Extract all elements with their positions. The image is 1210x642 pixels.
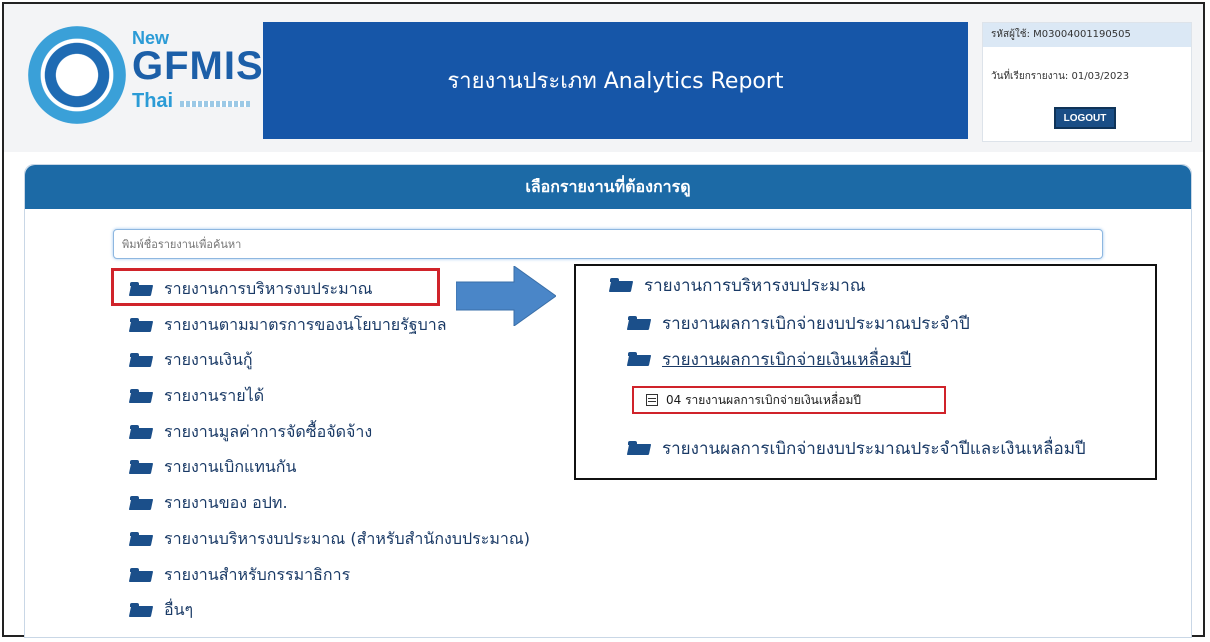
folder-icon — [130, 318, 152, 332]
folder-icon — [610, 278, 632, 292]
user-id-value: M03004001190505 — [1033, 29, 1131, 40]
folder-icon — [130, 353, 152, 367]
panel-title: เลือกรายงานที่ต้องการดู — [525, 176, 691, 196]
folder-label: รายงานเบิกแทนกัน — [164, 456, 297, 476]
folder-label: รายงานผลการเบิกจ่ายงบประมาณประจำปีและเงิ… — [662, 438, 1086, 459]
folder-icon — [628, 316, 650, 330]
folder-label: รายงานบริหารงบประมาณ (สำหรับสำนักงบประมา… — [164, 528, 530, 548]
folder-label: รายงานของ อปท. — [164, 492, 288, 512]
page-title-banner: รายงานประเภท Analytics Report — [263, 22, 968, 139]
report-search-input[interactable] — [113, 229, 1103, 259]
folder-label: รายงานผลการเบิกจ่ายงบประมาณประจำปี — [662, 313, 970, 334]
user-id-row: รหัสผู้ใช้: M03004001190505 — [983, 23, 1191, 47]
folder-item-9[interactable]: อื่นๆ — [130, 595, 193, 625]
report-date-value: 01/03/2023 — [1071, 71, 1130, 82]
report-date-label: วันที่เรียกรายงาน: — [991, 71, 1069, 82]
detail-subfolder-annual-and-carryover[interactable]: รายงานผลการเบิกจ่ายงบประมาณประจำปีและเงิ… — [628, 433, 1086, 463]
folder-icon — [130, 603, 152, 617]
folder-item-3[interactable]: รายงานรายได้ — [130, 381, 264, 411]
folder-label: รายงานสำหรับกรรมาธิการ — [164, 564, 351, 584]
logo-text-gfmis: GFMIS — [132, 44, 264, 88]
folder-label: รายงานตามมาตรการของนโยบายรัฐบาล — [164, 314, 447, 334]
folder-item-6[interactable]: รายงานของ อปท. — [130, 488, 288, 518]
folder-icon — [628, 441, 650, 455]
folder-item-4[interactable]: รายงานมูลค่าการจัดซื้อจัดจ้าง — [130, 417, 372, 447]
folder-icon — [130, 496, 152, 510]
highlight-box-selected-folder — [111, 268, 440, 306]
folder-item-5[interactable]: รายงานเบิกแทนกัน — [130, 452, 296, 482]
folder-label: รายงานเงินกู้ — [164, 349, 253, 369]
logo-subtitle-decoration — [180, 101, 250, 107]
panel-header: เลือกรายงานที่ต้องการดู — [25, 165, 1191, 209]
folder-label: รายงานรายได้ — [164, 385, 265, 405]
folder-icon — [130, 389, 152, 403]
folder-icon — [130, 568, 152, 582]
detail-subfolder-carryover[interactable]: รายงานผลการเบิกจ่ายเงินเหลื่อมปี — [628, 344, 911, 374]
user-info-box: รหัสผู้ใช้: M03004001190505 วันที่เรียกร… — [982, 22, 1192, 142]
report-label: 04 รายงานผลการเบิกจ่ายเงินเหลื่อมปี — [666, 392, 861, 407]
folder-open-icon — [628, 352, 650, 366]
folder-item-2[interactable]: รายงานเงินกู้ — [130, 345, 253, 375]
user-id-label: รหัสผู้ใช้: — [991, 29, 1030, 40]
logo-emblem-icon — [28, 26, 126, 124]
logout-button[interactable]: LOGOUT — [1054, 107, 1116, 129]
report-date-row: วันที่เรียกรายงาน: 01/03/2023 — [991, 69, 1129, 84]
folder-item-8[interactable]: รายงานสำหรับกรรมาธิการ — [130, 560, 350, 590]
report-table-icon — [646, 394, 658, 406]
report-item-04-carryover[interactable]: 04 รายงานผลการเบิกจ่ายเงินเหลื่อมปี — [632, 386, 946, 414]
folder-label: อื่นๆ — [164, 599, 194, 619]
folder-label: รายงานการบริหารงบประมาณ — [644, 275, 866, 296]
gfmis-logo: New GFMIS Thai — [28, 22, 263, 134]
detail-subfolder-annual[interactable]: รายงานผลการเบิกจ่ายงบประมาณประจำปี — [628, 308, 970, 338]
folder-icon — [130, 460, 152, 474]
arrow-right-icon — [456, 266, 556, 326]
folder-item-1[interactable]: รายงานตามมาตรการของนโยบายรัฐบาล — [130, 310, 447, 340]
folder-icon — [130, 425, 152, 439]
logo-text-thai: Thai — [132, 90, 174, 112]
folder-item-7[interactable]: รายงานบริหารงบประมาณ (สำหรับสำนักงบประมา… — [130, 524, 530, 554]
folder-label: รายงานผลการเบิกจ่ายเงินเหลื่อมปี — [662, 349, 912, 370]
folder-label: รายงานมูลค่าการจัดซื้อจัดจ้าง — [164, 421, 373, 441]
detail-root-folder[interactable]: รายงานการบริหารงบประมาณ — [610, 270, 866, 300]
folder-icon — [130, 532, 152, 546]
page-title: รายงานประเภท Analytics Report — [447, 69, 784, 94]
